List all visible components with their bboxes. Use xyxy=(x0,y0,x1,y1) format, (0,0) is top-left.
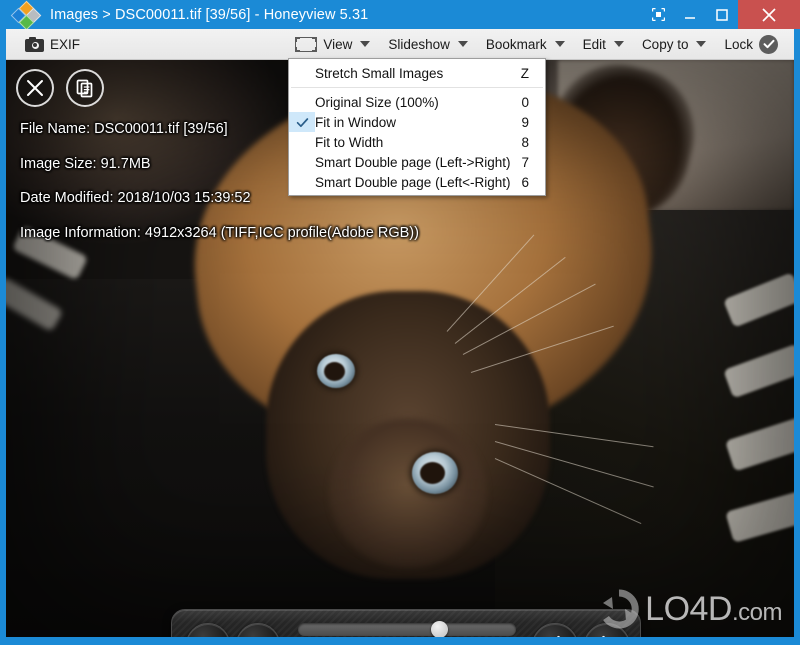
toolbar-item-label: View xyxy=(323,36,353,52)
close-button[interactable] xyxy=(738,0,800,29)
close-image-button[interactable] xyxy=(16,69,54,107)
bottom-control-bar: + − Lock xyxy=(171,609,641,637)
zoom-slider[interactable] xyxy=(298,621,516,637)
maximize-button[interactable] xyxy=(706,0,738,29)
eject-button[interactable] xyxy=(186,623,230,637)
chevron-down-icon xyxy=(360,41,371,47)
menu-button[interactable] xyxy=(236,623,280,637)
toolbar-copyto-menu[interactable]: Copy to xyxy=(633,29,716,60)
menu-check-slot xyxy=(289,152,315,172)
toolbar-lock-toggle[interactable]: Lock xyxy=(715,29,794,60)
toolbar-exif-button[interactable]: EXIF xyxy=(16,29,89,60)
title-bar: Images > DSC00011.tif [39/56] - Honeyvie… xyxy=(0,0,800,30)
chevron-down-icon xyxy=(696,41,707,47)
restore-small-button[interactable] xyxy=(642,0,674,29)
eject-icon xyxy=(196,634,220,637)
info-image-information: Image Information: 4912x3264 (TIFF,ICC p… xyxy=(20,224,419,241)
zoom-slider-handle[interactable] xyxy=(430,621,448,637)
lo4d-watermark: LO4D.com xyxy=(597,587,783,631)
menu-check-slot xyxy=(289,63,315,83)
fit-window-icon xyxy=(295,36,318,52)
honeyview-window: Images > DSC00011.tif [39/56] - Honeyvie… xyxy=(0,0,800,645)
lo4d-logo-icon xyxy=(597,587,641,631)
menu-item-fit-in-window[interactable]: Fit in Window 9 xyxy=(289,112,545,132)
window-title: Images > DSC00011.tif [39/56] - Honeyvie… xyxy=(50,6,369,23)
toolbar-bookmark-menu[interactable]: Bookmark xyxy=(477,29,574,60)
toolbar-item-label: Edit xyxy=(582,36,606,52)
toolbar-edit-menu[interactable]: Edit xyxy=(574,29,633,60)
chevron-right-icon xyxy=(602,636,606,637)
menu-item-stretch-small-images[interactable]: Stretch Small Images Z xyxy=(289,63,545,83)
minimize-button[interactable] xyxy=(674,0,706,29)
lo4d-watermark-text: LO4D.com xyxy=(645,590,782,628)
camera-icon xyxy=(25,36,44,52)
close-icon xyxy=(27,80,43,96)
check-circle-icon xyxy=(759,34,778,54)
menu-item-smart-double-page-ltr[interactable]: Smart Double page (Left->Right) 7 xyxy=(289,152,545,172)
honeyview-logo-icon xyxy=(10,0,42,30)
menu-item-original-size[interactable]: Original Size (100%) 0 xyxy=(289,92,545,112)
chevron-down-icon xyxy=(613,41,624,47)
chevron-down-icon xyxy=(554,41,565,47)
toolbar-item-label: Slideshow xyxy=(388,36,450,52)
menu-check-slot xyxy=(289,132,315,152)
chevron-left-icon xyxy=(556,636,560,637)
exif-label: EXIF xyxy=(50,36,81,52)
copy-pages-button[interactable] xyxy=(66,69,104,107)
pages-icon xyxy=(76,79,93,98)
previous-image-button[interactable] xyxy=(532,623,578,637)
window-controls xyxy=(642,0,800,29)
menu-check-slot xyxy=(289,92,315,112)
toolbar-slideshow-menu[interactable]: Slideshow xyxy=(379,29,477,60)
toolbar-lock-label: Lock xyxy=(724,36,753,52)
menu-item-smart-double-page-rtl[interactable]: Smart Double page (Left<-Right) 6 xyxy=(289,172,545,192)
toolbar-item-label: Bookmark xyxy=(485,36,547,52)
menu-item-fit-to-width[interactable]: Fit to Width 8 xyxy=(289,132,545,152)
checkmark-icon xyxy=(289,112,315,132)
toolbar-view-menu[interactable]: View xyxy=(286,29,379,60)
chevron-down-icon xyxy=(457,41,468,47)
toolbar-item-label: Copy to xyxy=(641,36,689,52)
toolbar: EXIF View Slideshow Bookmark Edit Copy t… xyxy=(6,29,794,60)
menu-check-slot xyxy=(289,172,315,192)
menu-separator xyxy=(291,87,543,88)
view-dropdown-menu: Stretch Small Images Z Original Size (10… xyxy=(288,58,546,196)
overlay-buttons xyxy=(16,69,104,107)
hamburger-icon xyxy=(246,635,270,637)
